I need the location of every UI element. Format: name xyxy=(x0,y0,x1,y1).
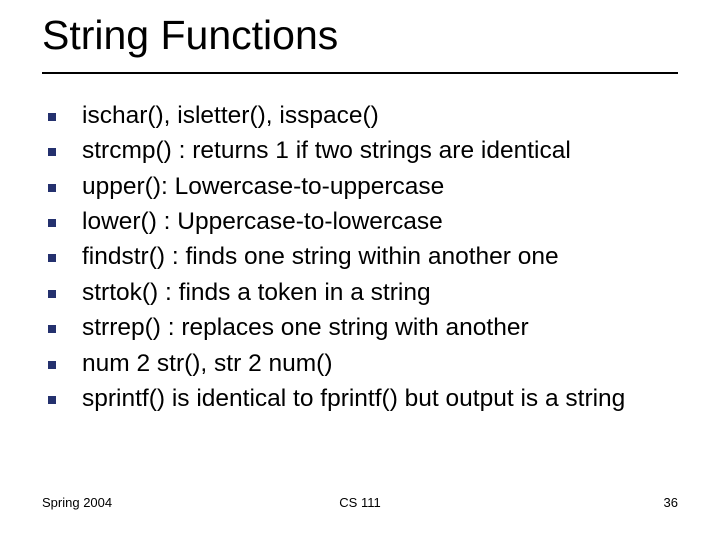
title-rule xyxy=(42,72,678,74)
list-item: lower() : Uppercase-to-lowercase xyxy=(42,206,678,237)
bullet-list: ischar(), isletter(), isspace() strcmp()… xyxy=(42,100,678,414)
bullet-text: sprintf() is identical to fprintf() but … xyxy=(82,385,625,412)
bullet-icon xyxy=(48,148,56,156)
bullet-icon xyxy=(48,290,56,298)
slide-footer: Spring 2004 CS 111 36 xyxy=(42,495,678,510)
bullet-text: strcmp() : returns 1 if two strings are … xyxy=(82,137,571,164)
bullet-icon xyxy=(48,254,56,262)
bullet-text: strrep() : replaces one string with anot… xyxy=(82,314,529,341)
list-item: strcmp() : returns 1 if two strings are … xyxy=(42,135,678,166)
bullet-text: strtok() : finds a token in a string xyxy=(82,279,431,306)
footer-center: CS 111 xyxy=(42,495,678,510)
list-item: sprintf() is identical to fprintf() but … xyxy=(42,383,678,414)
bullet-text: findstr() : finds one string within anot… xyxy=(82,243,559,270)
bullet-text: lower() : Uppercase-to-lowercase xyxy=(82,208,443,235)
list-item: ischar(), isletter(), isspace() xyxy=(42,100,678,131)
slide-body: ischar(), isletter(), isspace() strcmp()… xyxy=(42,100,678,418)
list-item: upper(): Lowercase-to-uppercase xyxy=(42,171,678,202)
bullet-icon xyxy=(48,219,56,227)
list-item: findstr() : finds one string within anot… xyxy=(42,241,678,272)
list-item: strtok() : finds a token in a string xyxy=(42,277,678,308)
bullet-icon xyxy=(48,396,56,404)
list-item: num 2 str(), str 2 num() xyxy=(42,348,678,379)
bullet-icon xyxy=(48,184,56,192)
slide-title: String Functions xyxy=(42,12,338,59)
bullet-icon xyxy=(48,325,56,333)
footer-right: 36 xyxy=(664,495,678,510)
bullet-icon xyxy=(48,113,56,121)
bullet-icon xyxy=(48,361,56,369)
bullet-text: num 2 str(), str 2 num() xyxy=(82,350,332,377)
bullet-text: upper(): Lowercase-to-uppercase xyxy=(82,173,444,200)
bullet-text: ischar(), isletter(), isspace() xyxy=(82,102,379,129)
footer-left: Spring 2004 xyxy=(42,495,112,510)
list-item: strrep() : replaces one string with anot… xyxy=(42,312,678,343)
